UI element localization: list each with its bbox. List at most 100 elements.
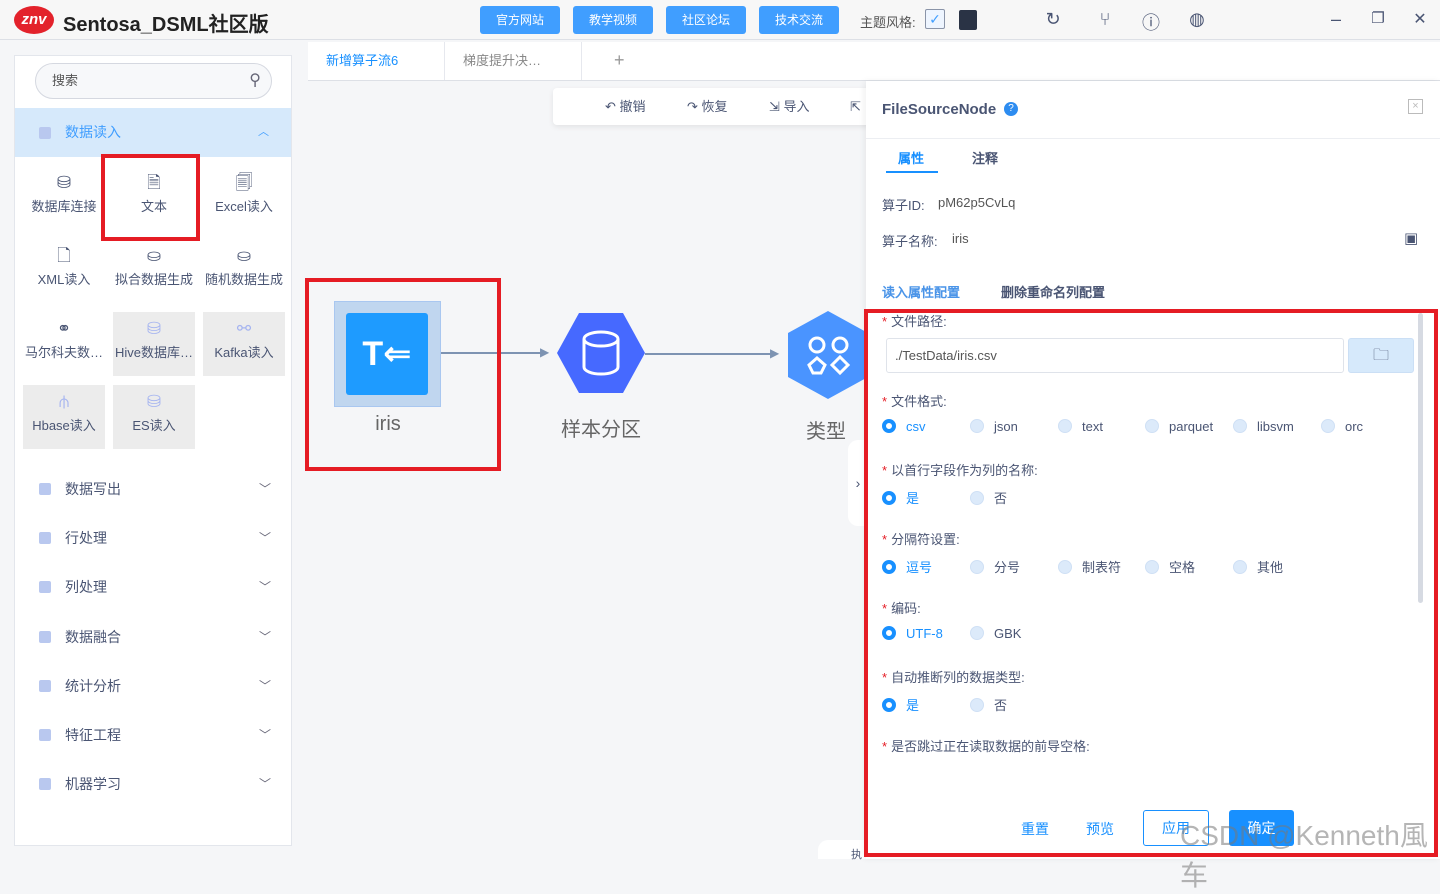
community-forum-button[interactable]: 社区论坛 (666, 6, 746, 34)
operator-item[interactable]: 🗋 XML读入 (23, 239, 105, 303)
tab-flow-6[interactable]: 新增算子流6 (308, 42, 445, 80)
node-type[interactable] (788, 311, 868, 399)
operator-item[interactable]: 🗐 Excel读入 (203, 166, 285, 230)
chevron-down-icon: ﹀ (258, 580, 271, 595)
sidebar-category[interactable]: 机器学习 ﹀ (15, 764, 291, 804)
annotation-box (101, 154, 200, 241)
dark-theme-swatch[interactable] (959, 10, 977, 30)
operator-item[interactable]: ⛀ 随机数据生成 (203, 239, 285, 303)
watermark: CSDN @Kenneth風车 (1180, 820, 1428, 891)
category-label: 统计分析 (65, 677, 121, 694)
search-placeholder: 搜索 (52, 73, 79, 88)
category-label: 数据写出 (65, 481, 121, 497)
canvas-toolbar: ↶ 撤销 ↷ 恢复 ⇲ 导入 ⇱ (553, 88, 873, 125)
arrow-icon: ▶ (770, 346, 780, 360)
theme-label: 主题风格: (860, 15, 916, 30)
restore-icon[interactable]: ❐ (1367, 9, 1389, 27)
category-icon (39, 581, 51, 594)
import-button[interactable]: ⇲ 导入 (769, 88, 810, 125)
undo-button[interactable]: ↶ 撤销 (605, 88, 646, 125)
operator-item[interactable]: ⛀ 拟合数据生成 (113, 239, 195, 303)
divider (866, 138, 1440, 139)
annotation-box (864, 309, 1438, 857)
chevron-down-icon: ﹀ (258, 678, 271, 693)
globe-icon[interactable]: ◍ (1186, 9, 1208, 30)
operator-item[interactable]: ⛁ 数据库连接 (23, 166, 105, 230)
category-icon (39, 778, 51, 791)
light-theme-checkbox[interactable]: ✓ (925, 9, 945, 29)
tech-exchange-button[interactable]: 技术交流 (759, 6, 839, 34)
sidebar-category[interactable]: 统计分析 ﹀ (15, 666, 291, 706)
tutorial-video-button[interactable]: 教学视频 (573, 6, 653, 34)
chevron-down-icon: ﹀ (258, 531, 271, 546)
import-label: 导入 (783, 99, 810, 114)
operator-label: Hbase读入 (32, 418, 96, 433)
chevron-up-icon: ︿ (258, 126, 269, 138)
kafka-icon: ⚯ (236, 319, 252, 338)
undo-label: 撤销 (619, 99, 646, 114)
operator-item[interactable]: ⫛ Hbase读入 (23, 385, 105, 449)
close-icon[interactable]: × (1408, 99, 1423, 114)
chevron-down-icon: ﹀ (258, 777, 271, 792)
branch-icon[interactable]: ⑂ (1094, 9, 1116, 30)
chevron-down-icon: ﹀ (258, 629, 271, 644)
fit-data-icon: ⛀ (146, 246, 162, 265)
minimize-icon[interactable]: – (1325, 9, 1347, 30)
category-label: 行处理 (65, 530, 107, 547)
xml-icon: 🗋 (57, 246, 71, 265)
operator-label: ES读入 (132, 418, 176, 433)
sidebar-category[interactable]: 列处理 ﹀ (15, 567, 291, 607)
es-icon: ⛁ (146, 392, 162, 411)
operator-label: 数据库连接 (31, 199, 97, 214)
database-link-icon: ⛁ (56, 173, 72, 192)
subtab-rename-config[interactable]: 删除重命名列配置 (1001, 282, 1105, 301)
official-site-button[interactable]: 官方网站 (480, 6, 560, 34)
arrow-icon: ▶ (540, 345, 550, 359)
help-icon[interactable]: ? (1004, 102, 1018, 116)
operator-item[interactable]: ⚯ Kafka读入 (203, 312, 285, 376)
sidebar-category[interactable]: 数据融合 ﹀ (15, 617, 291, 657)
search-icon[interactable]: ⚲ (249, 64, 261, 98)
subtab-read-config[interactable]: 读入属性配置 (882, 282, 960, 301)
excel-icon: 🗐 (235, 173, 253, 192)
operator-label: Excel读入 (215, 199, 273, 214)
annotation-box (305, 278, 501, 471)
tab-gbdt[interactable]: 梯度提升决… (445, 42, 582, 80)
operator-label: 拟合数据生成 (114, 272, 193, 287)
operator-label: Hive数据库… (114, 345, 193, 360)
category-icon (39, 532, 51, 545)
refresh-icon[interactable]: ↻ (1042, 9, 1064, 30)
operator-item[interactable]: ⛁ ES读入 (113, 385, 195, 449)
flow-tabs: 新增算子流6 梯度提升决… + (308, 42, 1440, 81)
operator-item[interactable]: ⛁ Hive数据库… (113, 312, 195, 376)
tab-notes[interactable]: 注释 (972, 148, 998, 167)
help-icon[interactable]: ⓘ (1140, 9, 1162, 35)
hive-icon: ⛁ (146, 319, 162, 338)
operator-label: 马尔科夫数… (24, 345, 103, 360)
panel-title: FileSourceNode (882, 101, 997, 118)
add-tab-icon[interactable]: + (614, 50, 625, 71)
undo-icon: ↶ (605, 99, 620, 114)
operator-name-value[interactable]: iris (952, 231, 969, 246)
close-icon[interactable]: ✕ (1409, 9, 1431, 29)
operator-name-label: 算子名称: (882, 234, 938, 249)
tab-properties[interactable]: 属性 (898, 148, 924, 167)
sidebar-category[interactable]: 数据写出 ﹀ (15, 469, 291, 509)
node-sample-partition[interactable] (557, 313, 645, 393)
sidebar-category[interactable]: 特征工程 ﹀ (15, 715, 291, 755)
redo-button[interactable]: ↷ 恢复 (687, 88, 728, 125)
export-icon[interactable]: ⇱ (850, 88, 861, 125)
edit-name-icon[interactable]: ▣ (1404, 229, 1418, 247)
category-icon (39, 679, 51, 692)
tab-underline (886, 171, 938, 173)
section-data-read[interactable]: 数据读入 ︿ (15, 108, 291, 157)
node-label: 样本分区 (561, 419, 641, 441)
app-title: Sentosa_DSML社区版 (63, 14, 269, 36)
redo-label: 恢复 (701, 99, 728, 114)
category-label: 列处理 (65, 579, 107, 596)
search-input[interactable]: 搜索 ⚲ (35, 63, 272, 99)
section-icon (39, 127, 51, 139)
operator-item[interactable]: ⚭ 马尔科夫数… (23, 312, 105, 376)
app-logo: znv (14, 6, 54, 34)
sidebar-category[interactable]: 行处理 ﹀ (15, 518, 291, 558)
